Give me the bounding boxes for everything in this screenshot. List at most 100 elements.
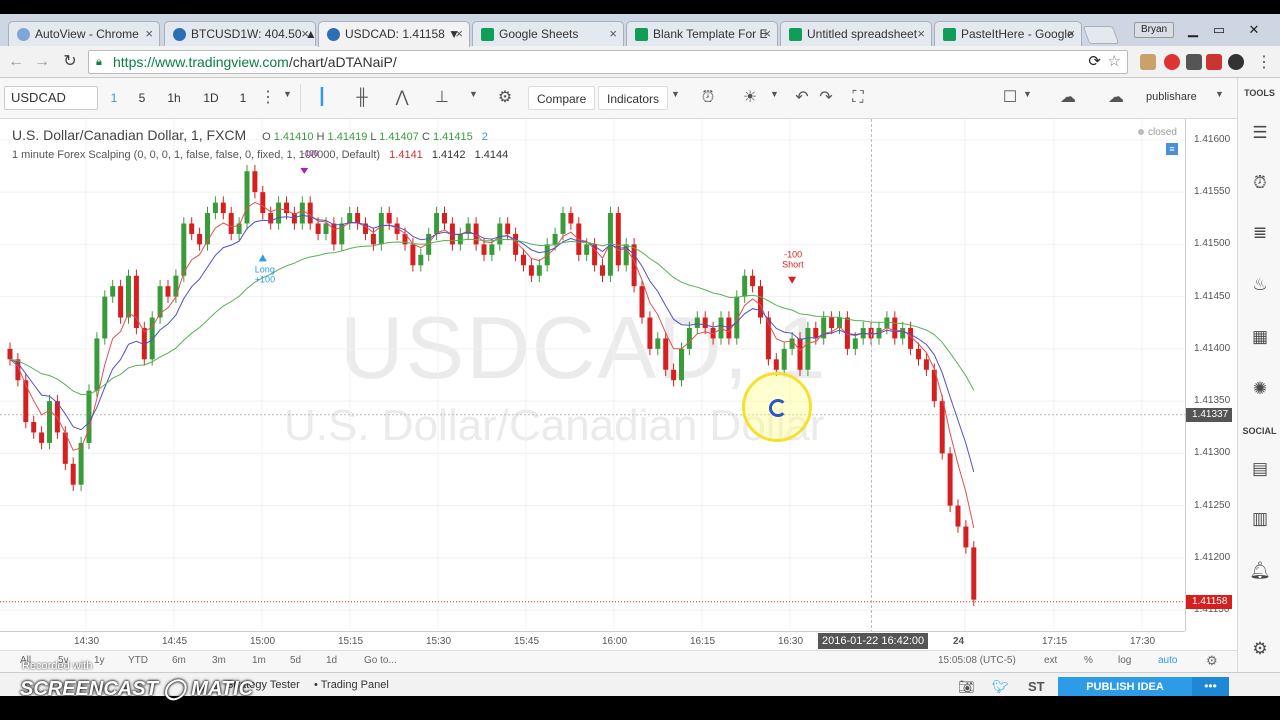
sync-icon[interactable]: ⟳ [1088,52,1101,70]
extension-icon[interactable] [1140,54,1156,70]
tab-trading-panel[interactable]: • Trading Panel [314,679,389,691]
tab-blank-template[interactable]: Blank Template For E × [626,21,778,46]
range-1d[interactable]: 1d [326,655,337,666]
cloud-save-icon[interactable]: ☁ [1056,88,1080,108]
range-settings-icon[interactable]: ⚙ [1206,653,1218,669]
cloud-load-icon[interactable]: ☁ [1104,88,1128,108]
user-menu[interactable]: publishare [1146,91,1197,103]
tab-btcusd[interactable]: BTCUSD1W: 404.50 ▲ × [164,21,316,46]
watchlist-icon[interactable]: ☰ [1249,122,1271,144]
tab-untitled-spreadsheet[interactable]: Untitled spreadsheet × [780,21,932,46]
profile-button[interactable]: Bryan [1134,22,1174,38]
chevron-down-icon[interactable]: ▼ [1215,89,1224,99]
chevron-down-icon[interactable]: ▼ [469,89,478,99]
alert-icon[interactable]: ⏰︎ [698,88,718,108]
camera-icon[interactable]: 📷︎ [958,679,975,695]
ext-toggle[interactable]: ext [1044,655,1057,666]
more-intervals-icon[interactable]: ⋮ [258,88,278,108]
interval-1h-button[interactable]: 1h [164,86,184,110]
candle-body [505,223,511,234]
range-1y[interactable]: 1y [94,655,105,666]
stocktwits-icon[interactable]: ST [1028,679,1045,694]
close-icon[interactable]: × [917,22,925,46]
star-icon[interactable]: ☆ [1108,52,1121,70]
chat-icon[interactable]: ▤ [1249,458,1271,480]
gear-icon[interactable]: ⚙ [495,88,515,108]
tab-pasteithere[interactable]: PasteItHere - Google × [934,21,1082,46]
interval-1m-button[interactable]: 1 [106,86,122,110]
chevron-down-icon[interactable]: ▼ [770,89,779,99]
url-input[interactable]: 🔒︎ https://www.tradingview.com/chart/aDT… [88,50,1128,74]
indicator-template-icon[interactable]: ⊥ [432,88,452,108]
candles-icon[interactable]: ┃ [312,88,332,108]
alarm-clock-icon[interactable]: ⏰︎ [1249,172,1271,194]
extension-icon[interactable] [1186,54,1202,70]
price-chart[interactable]: Long+100-100Short-100 [0,119,1185,631]
percent-toggle[interactable]: % [1084,655,1093,666]
publish-idea-button[interactable]: PUBLISH IDEA [1058,677,1192,697]
close-value: 1.41415 [432,131,473,143]
range-5d[interactable]: 5d [290,655,301,666]
short-signal-qty: -100 [784,250,802,260]
tab-google-sheets[interactable]: Google Sheets × [472,21,624,46]
range-6m[interactable]: 6m [172,655,186,666]
forward-icon[interactable]: → [32,52,52,72]
interval-1d-button[interactable]: 1D [200,86,222,110]
maximize-icon[interactable]: ▭ [1206,22,1232,40]
publish-more-icon[interactable]: ••• [1192,677,1229,697]
calendar-icon[interactable]: ▦ [1249,326,1271,348]
close-icon[interactable]: × [145,22,153,46]
close-icon[interactable]: × [301,22,309,46]
chevron-down-icon[interactable]: ▼ [283,89,292,99]
redo-icon[interactable]: ↷ [816,88,836,108]
indicators-button[interactable]: Indicators [598,86,669,110]
undo-icon[interactable]: ↶ [792,88,812,108]
close-icon[interactable]: × [763,22,771,46]
log-toggle[interactable]: log [1118,655,1131,666]
fullscreen-icon[interactable]: ⛶ [848,88,868,108]
alerts-count[interactable]: 2 [482,131,488,143]
data-window-icon[interactable]: ≡ [1166,143,1178,155]
notifications-bell-icon[interactable]: 🔔︎ [1249,560,1271,582]
goto-date-button[interactable]: Go to... [364,655,397,666]
study-legend[interactable]: 1 minute Forex Scalping (0, 0, 0, 1, fal… [12,149,508,161]
line-style-icon[interactable]: ⋀ [392,88,412,108]
price-axis[interactable]: 1.41600 1.41550 1.41500 1.41450 1.41400 1.413… [1185,119,1237,631]
settings-cog-icon[interactable]: ⚙ [1249,638,1271,660]
compare-button[interactable]: Compare [528,86,596,110]
symbol-search-input[interactable]: USDCAD [4,86,98,110]
candle-body [86,390,92,443]
menu-icon[interactable]: ⋮ [1256,52,1272,72]
close-icon[interactable]: × [455,22,463,46]
reload-icon[interactable]: ↻ [60,52,80,72]
list-icon[interactable]: ≣ [1249,222,1271,244]
range-1m[interactable]: 1m [252,655,266,666]
range-ytd[interactable]: YTD [128,655,148,666]
interval-5m-button[interactable]: 5 [134,86,150,110]
extension-icon[interactable] [1164,54,1180,70]
bars-icon[interactable]: ╫ [352,88,372,108]
interval-custom-button[interactable]: 1 [236,86,250,110]
hotlist-flame-icon[interactable]: ♨ [1249,274,1271,296]
range-3m[interactable]: 3m [212,655,226,666]
chart-pane[interactable]: USDCAD, 1 U.S. Dollar/Canadian Dollar Lo… [0,119,1237,651]
window-close-icon[interactable]: ✕ [1234,22,1274,40]
back-icon[interactable]: ← [6,52,26,72]
bulb-icon[interactable]: ☀ [740,88,760,108]
auto-scale-toggle[interactable]: auto [1158,655,1177,666]
new-tab-button[interactable] [1082,26,1120,44]
tab-autoview[interactable]: AutoView - Chrome × [8,21,160,46]
private-chat-icon[interactable]: ▥ [1249,508,1271,530]
chevron-down-icon[interactable]: ▼ [671,89,680,99]
close-icon[interactable]: × [1067,22,1075,46]
extension-icon[interactable] [1206,54,1222,70]
twitter-icon[interactable]: 🐦︎ [992,679,1009,695]
chevron-down-icon[interactable]: ▼ [1023,89,1032,99]
ideas-icon[interactable]: ✺ [1249,378,1271,400]
minimize-icon[interactable]: ▁ [1180,22,1206,40]
time-axis[interactable]: 14:30 14:45 15:00 15:15 15:30 15:45 16:00 16:15… [0,631,1185,651]
layout-icon[interactable]: ☐ [1000,88,1020,108]
extension-icon[interactable] [1228,54,1244,70]
tab-usdcad[interactable]: USDCAD: 1.41158 ▼ × [318,21,470,47]
close-icon[interactable]: × [609,22,617,46]
